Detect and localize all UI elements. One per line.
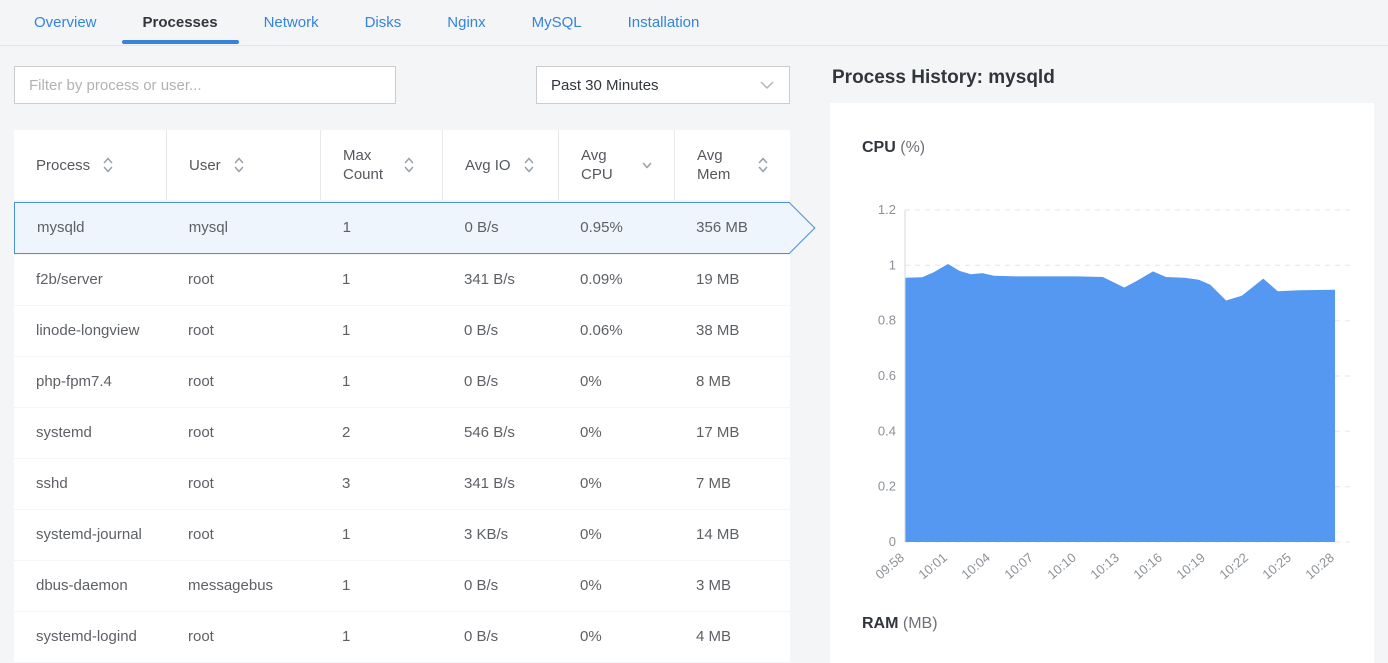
column-header-max-count[interactable]: Max Count: [320, 130, 442, 200]
process-history-title: Process History: mysqld: [832, 67, 1055, 89]
column-header-avg-mem[interactable]: Avg Mem: [674, 130, 790, 200]
cpu-chart-heading: CPU (%): [862, 139, 925, 157]
svg-text:10:10: 10:10: [1044, 550, 1079, 582]
process-table: Process User Max Count Avg IO Avg CPU: [14, 130, 790, 663]
tab-bar: Overview Processes Network Disks Nginx M…: [0, 0, 1388, 46]
tab-network[interactable]: Network: [264, 0, 319, 46]
table-row-dbus-daemon[interactable]: dbus-daemon messagebus 1 0 B/s 0% 3 MB: [14, 561, 790, 611]
table-row-systemd[interactable]: systemd root 2 546 B/s 0% 17 MB: [14, 408, 790, 458]
sort-both-icon: [523, 156, 535, 174]
table-row-f2b-server[interactable]: f2b/server root 1 341 B/s 0.09% 19 MB: [14, 255, 790, 305]
column-header-user[interactable]: User: [166, 130, 320, 200]
sort-both-icon: [102, 156, 114, 174]
svg-text:0.4: 0.4: [878, 423, 896, 438]
column-header-process[interactable]: Process: [14, 130, 166, 200]
svg-text:0.8: 0.8: [878, 313, 896, 328]
column-header-avg-cpu[interactable]: Avg CPU: [558, 130, 674, 200]
svg-text:10:01: 10:01: [915, 550, 950, 582]
cpu-area-chart: 00.20.40.60.811.209:5810:0110:0410:0710:…: [850, 199, 1362, 595]
tab-installation[interactable]: Installation: [628, 0, 700, 46]
tab-overview[interactable]: Overview: [34, 0, 97, 46]
tab-mysql[interactable]: MySQL: [532, 0, 582, 46]
svg-text:10:04: 10:04: [958, 550, 993, 582]
table-row-mysqld[interactable]: mysqld mysql 1 0 B/s 0.95% 356 MB: [14, 202, 790, 254]
tab-nginx[interactable]: Nginx: [447, 0, 485, 46]
svg-text:10:16: 10:16: [1130, 550, 1165, 582]
sort-desc-icon: [641, 156, 653, 174]
svg-text:0: 0: [889, 534, 896, 549]
table-row-sshd[interactable]: sshd root 3 341 B/s 0% 7 MB: [14, 459, 790, 509]
table-row-php-fpm[interactable]: php-fpm7.4 root 1 0 B/s 0% 8 MB: [14, 357, 790, 407]
svg-text:09:58: 09:58: [872, 550, 907, 582]
process-filter-input[interactable]: [14, 66, 396, 104]
table-row-systemd-logind[interactable]: systemd-logind root 1 0 B/s 0% 4 MB: [14, 612, 790, 662]
column-header-avg-io[interactable]: Avg IO: [442, 130, 558, 200]
sort-both-icon: [233, 156, 245, 174]
table-header: Process User Max Count Avg IO Avg CPU: [14, 130, 790, 200]
svg-text:10:07: 10:07: [1001, 550, 1036, 582]
svg-text:10:25: 10:25: [1259, 550, 1294, 582]
ram-chart-heading: RAM (MB): [862, 615, 938, 633]
sort-both-icon: [403, 156, 415, 174]
svg-text:10:22: 10:22: [1216, 550, 1251, 582]
tab-disks[interactable]: Disks: [365, 0, 402, 46]
svg-text:1: 1: [889, 257, 896, 272]
selected-row-arrow: [765, 203, 816, 254]
time-range-value: Past 30 Minutes: [551, 77, 659, 94]
table-row-linode-longview[interactable]: linode-longview root 1 0 B/s 0.06% 38 MB: [14, 306, 790, 356]
table-row-systemd-journal[interactable]: systemd-journal root 1 3 KB/s 0% 14 MB: [14, 510, 790, 560]
svg-text:10:19: 10:19: [1173, 550, 1208, 582]
time-range-select[interactable]: Past 30 Minutes: [536, 66, 790, 104]
svg-text:10:13: 10:13: [1087, 550, 1122, 582]
process-history-card: CPU (%) 0 0.2 0.4 0.6 0.8 1 1.2 09:5810:0110:04…: [830, 103, 1374, 663]
svg-text:0.2: 0.2: [878, 479, 896, 494]
sort-both-icon: [757, 156, 769, 174]
svg-text:10:28: 10:28: [1302, 550, 1337, 582]
chevron-down-icon: [759, 80, 775, 90]
tab-processes[interactable]: Processes: [143, 0, 218, 46]
svg-text:0.6: 0.6: [878, 368, 896, 383]
svg-text:1.2: 1.2: [878, 202, 896, 217]
